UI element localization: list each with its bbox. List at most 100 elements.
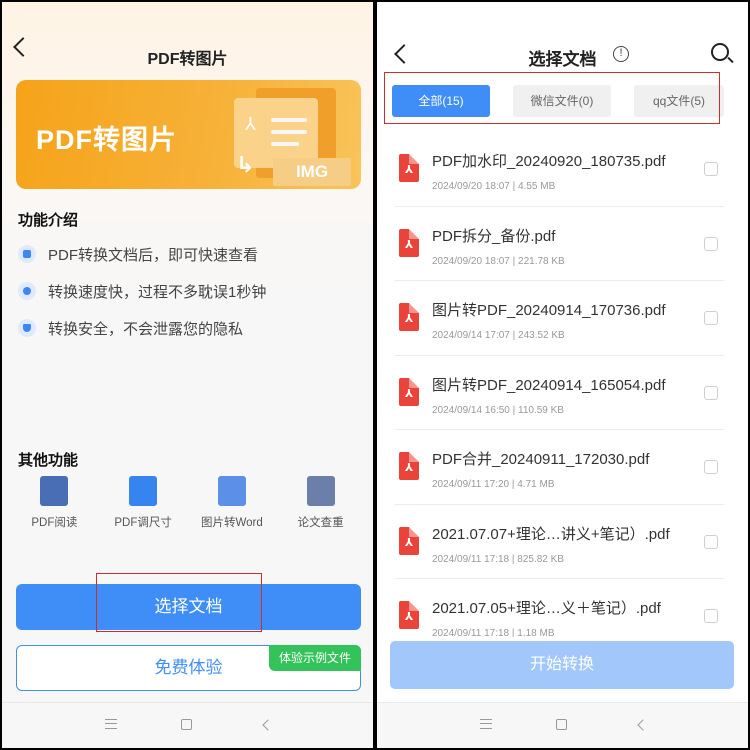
- feature-text: 转换安全，不会泄露您的隐私: [48, 320, 244, 338]
- pdf-to-image-screen: PDF转图片 PDF转图片 ⅄ ↳ IMG 功能介绍 PDF转换文档后，即可快速…: [2, 2, 373, 748]
- file-name: PDF合并_20240911_172030.pdf: [432, 451, 650, 468]
- doc-line: [271, 142, 299, 146]
- file-checkbox[interactable]: [704, 460, 718, 474]
- file-date: 2024/09/14 16:50: [432, 404, 510, 416]
- file-date: 2024/09/20 18:07: [432, 181, 510, 192]
- file-date: 2024/09/14 17:07: [432, 330, 510, 341]
- doc-line: [271, 118, 307, 122]
- file-date: 2024/09/11 17:18: [432, 628, 510, 637]
- demo-file-badge[interactable]: 体验示例文件: [269, 645, 361, 671]
- file-row[interactable]: ⅄ 图片转PDF_20240914_170736.pdf 2024/09/14 …: [395, 281, 724, 356]
- pdf-file-icon: ⅄: [399, 452, 419, 480]
- highlight-box: [384, 72, 720, 124]
- file-meta: 2024/09/14 17:07 | 243.52 KB: [432, 330, 565, 341]
- speed-icon: [18, 282, 36, 300]
- other-functions-grid: PDF阅读 PDF调尺寸 图片转Word 论文查重: [2, 476, 373, 530]
- book-icon: [40, 476, 69, 506]
- shield-icon: [18, 319, 36, 337]
- file-row[interactable]: ⅄ PDF加水印_20240920_180735.pdf 2024/09/20 …: [395, 132, 724, 207]
- file-name: 图片转PDF_20240914_170736.pdf: [432, 302, 666, 319]
- file-meta: 2024/09/20 18:07 | 4.55 MB: [432, 181, 556, 192]
- file-meta: 2024/09/14 16:50 | 110.59 KB: [432, 404, 564, 416]
- file-meta: 2024/09/11 17:18 | 825.82 KB: [432, 553, 564, 565]
- file-row[interactable]: ⅄ 图片转PDF_20240914_165054.pdf 2024/09/14 …: [395, 356, 724, 430]
- file-size: 825.82 KB: [517, 553, 564, 565]
- file-name: 图片转PDF_20240914_165054.pdf: [432, 376, 666, 394]
- menu-icon[interactable]: [105, 719, 117, 729]
- file-list: ⅄ PDF加水印_20240920_180735.pdf 2024/09/20 …: [377, 132, 748, 637]
- back-icon[interactable]: [262, 719, 274, 731]
- file-checkbox[interactable]: [704, 311, 718, 325]
- resize-icon: [129, 476, 158, 506]
- search-doc-icon: [18, 245, 36, 263]
- file-size: 4.55 MB: [518, 181, 556, 192]
- file-checkbox[interactable]: [704, 162, 718, 176]
- file-row[interactable]: ⅄ 2021.07.07+理论…讲义+笔记）.pdf 2024/09/11 17…: [395, 505, 724, 579]
- highlight-box: [96, 573, 262, 632]
- intro-section-title: 功能介绍: [18, 212, 79, 229]
- file-size: 110.59 KB: [518, 404, 564, 416]
- file-checkbox[interactable]: [704, 236, 718, 251]
- banner-title: PDF转图片: [36, 125, 177, 155]
- file-name: 2021.07.05+理论…义＋笔记）.pdf: [432, 600, 661, 617]
- start-convert-button[interactable]: 开始转换: [390, 641, 734, 689]
- page-title: 选择文档: [528, 50, 597, 69]
- page-title: PDF转图片: [147, 51, 228, 68]
- file-row[interactable]: ⅄ PDF拆分_备份.pdf 2024/09/20 18:07 | 221.78…: [395, 207, 724, 281]
- file-size: 221.78 KB: [518, 255, 565, 267]
- feature-banner: PDF转图片 ⅄ ↳ IMG: [16, 80, 361, 189]
- tool-label: PDF阅读: [31, 517, 78, 529]
- feature-text: PDF转换文档后，即可快速查看: [48, 246, 259, 264]
- file-name: 2021.07.07+理论…讲义+笔记）.pdf: [432, 525, 670, 543]
- file-checkbox[interactable]: [704, 534, 718, 549]
- search-icon[interactable]: [711, 43, 729, 61]
- file-size: 4.71 MB: [517, 479, 555, 490]
- pdf-file-icon: ⅄: [399, 377, 419, 406]
- file-size: 1.18 MB: [517, 628, 555, 637]
- pdf-logo-icon: ⅄: [245, 114, 256, 134]
- info-icon[interactable]: !: [613, 46, 629, 62]
- file-checkbox[interactable]: [704, 385, 718, 400]
- pdf-file-icon: ⅄: [399, 154, 419, 182]
- pdf-file-icon: ⅄: [399, 303, 419, 331]
- convert-arrow-icon: ↳: [236, 152, 255, 177]
- file-meta: 2024/09/20 18:07 | 221.78 KB: [432, 255, 565, 267]
- feature-item: 转换安全，不会泄露您的隐私: [18, 317, 243, 339]
- file-name: PDF拆分_备份.pdf: [432, 227, 556, 245]
- other-functions-title: 其他功能: [18, 452, 79, 469]
- home-icon[interactable]: [181, 719, 192, 730]
- pdf-file-icon: ⅄: [399, 601, 419, 629]
- doc-line: [271, 130, 307, 134]
- home-icon[interactable]: [556, 719, 567, 730]
- file-date: 2024/09/11 17:18: [432, 553, 510, 565]
- file-size: 243.52 KB: [518, 330, 565, 341]
- file-row[interactable]: ⅄ PDF合并_20240911_172030.pdf 2024/09/11 1…: [395, 430, 724, 505]
- menu-icon[interactable]: [480, 719, 492, 729]
- file-meta: 2024/09/11 17:20 | 4.71 MB: [432, 479, 555, 490]
- file-meta: 2024/09/11 17:18 | 1.18 MB: [432, 628, 555, 637]
- header: PDF转图片: [2, 2, 373, 68]
- select-document-screen: 选择文档 ! 全部(15) 微信文件(0) qq文件(5) ⅄ PDF加水印_2…: [377, 2, 748, 748]
- feature-item: 转换速度快，过程不多耽误1秒钟: [18, 280, 266, 302]
- tool-label: PDF调尺寸: [114, 517, 172, 529]
- system-nav-bar: [377, 702, 748, 748]
- file-name: PDF加水印_20240920_180735.pdf: [432, 153, 666, 170]
- tool-label: 论文查重: [297, 517, 344, 529]
- image-word-icon: [217, 476, 246, 506]
- tool-label: 图片转Word: [200, 517, 263, 529]
- file-row[interactable]: ⅄ 2021.07.05+理论…义＋笔记）.pdf 2024/09/11 17:…: [395, 579, 724, 637]
- back-icon[interactable]: [637, 719, 649, 731]
- feature-text: 转换速度快，过程不多耽误1秒钟: [48, 283, 267, 301]
- file-date: 2024/09/11 17:20: [432, 479, 510, 490]
- tool-pdf-resize[interactable]: PDF调尺寸: [100, 476, 186, 530]
- file-checkbox[interactable]: [704, 609, 718, 623]
- tool-paper-check[interactable]: 论文查重: [278, 476, 364, 530]
- file-date: 2024/09/20 18:07: [432, 255, 510, 267]
- pdf-file-icon: ⅄: [399, 526, 419, 555]
- tool-image-to-word[interactable]: 图片转Word: [189, 476, 275, 530]
- pdf-file-icon: ⅄: [399, 228, 419, 257]
- tool-pdf-reader[interactable]: PDF阅读: [11, 476, 97, 530]
- img-badge: IMG: [273, 158, 351, 186]
- paper-check-icon: [306, 476, 335, 506]
- system-nav-bar: [2, 702, 373, 748]
